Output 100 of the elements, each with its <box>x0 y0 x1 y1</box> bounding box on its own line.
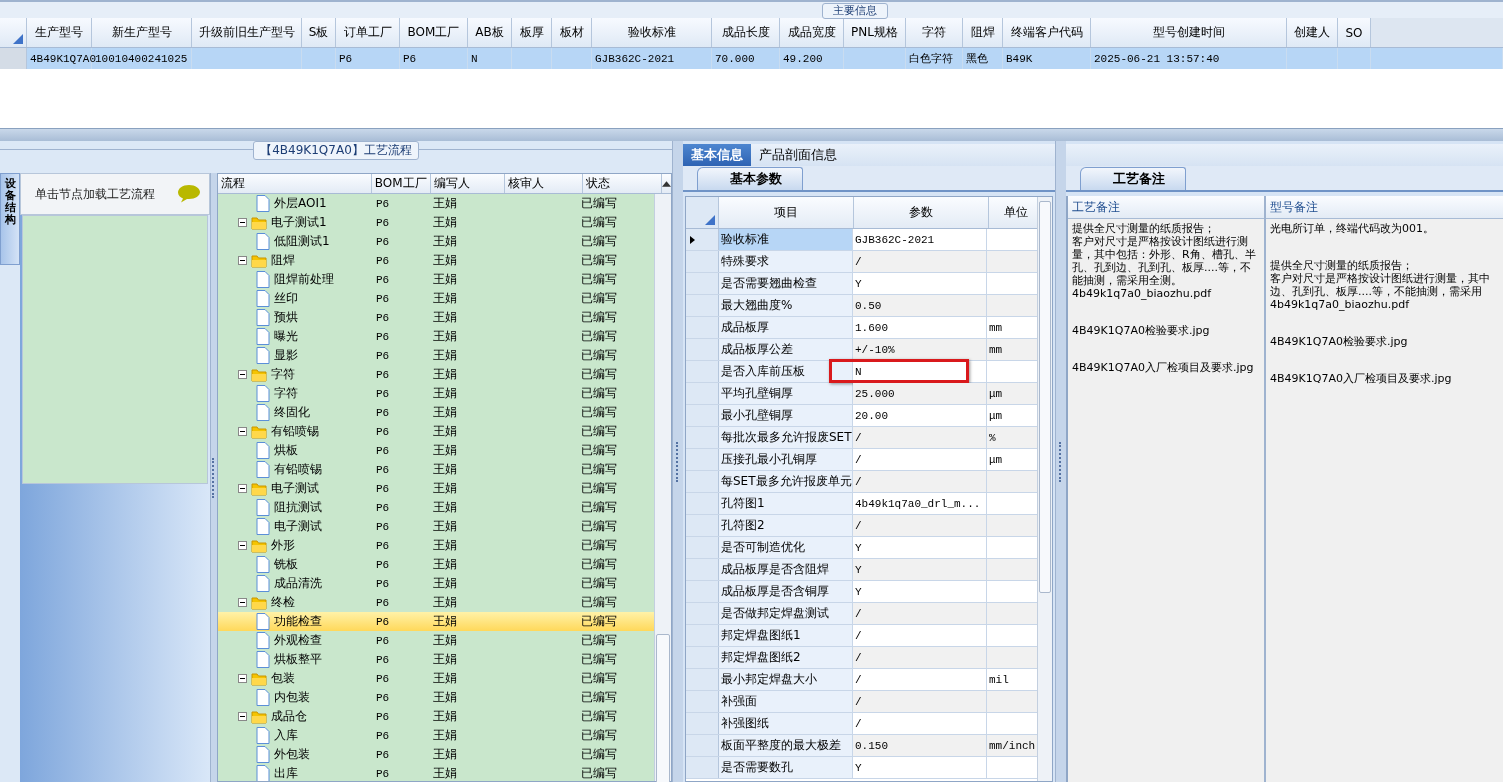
column-header[interactable]: 型号备注 <box>1266 196 1503 219</box>
column-header[interactable]: 参数 <box>854 197 989 228</box>
tree-row[interactable]: 电子测试 P6 王娟 已编写 <box>218 479 654 498</box>
tree-row[interactable]: 有铅喷锡 P6 王娟 已编写 <box>218 422 654 441</box>
expander-icon[interactable] <box>238 541 247 550</box>
tree-row[interactable]: 电子测试 P6 王娟 已编写 <box>218 517 654 536</box>
table-row[interactable]: 验收标准 GJB362C-2021 <box>686 229 1037 251</box>
expander-icon[interactable] <box>238 484 247 493</box>
column-header[interactable]: 编写人 <box>431 174 506 193</box>
expander-icon[interactable] <box>238 674 247 683</box>
tree-row[interactable]: 成品仓 P6 王娟 已编写 <box>218 707 654 726</box>
tree-row[interactable]: 预烘 P6 王娟 已编写 <box>218 308 654 327</box>
table-row[interactable]: 成品板厚公差 +/-10% mm <box>686 339 1037 361</box>
column-header[interactable]: 工艺备注 <box>1068 196 1264 219</box>
tree-row[interactable]: 成品清洗 P6 王娟 已编写 <box>218 574 654 593</box>
column-header[interactable]: 成品宽度 <box>780 18 844 47</box>
table-row[interactable]: 邦定焊盘图纸2 / <box>686 647 1037 669</box>
expander-icon[interactable] <box>238 218 247 227</box>
tree-row[interactable]: 曝光 P6 王娟 已编写 <box>218 327 654 346</box>
tree-row[interactable]: 显影 P6 王娟 已编写 <box>218 346 654 365</box>
column-header[interactable]: PNL规格 <box>844 18 906 47</box>
column-header[interactable]: BOM工厂 <box>371 174 432 193</box>
column-header[interactable]: 生产型号 <box>27 18 92 47</box>
tree-row[interactable]: 终固化 P6 王娟 已编写 <box>218 403 654 422</box>
tree-row[interactable]: 阻抗测试 P6 王娟 已编写 <box>218 498 654 517</box>
column-header[interactable]: 终端客户代码 <box>1003 18 1091 47</box>
table-row[interactable]: 每SET最多允许报废单元 / <box>686 471 1037 493</box>
scroll-up-icon[interactable] <box>662 180 671 187</box>
tree-row[interactable]: 阻焊前处理 P6 王娟 已编写 <box>218 270 654 289</box>
table-row[interactable]: 是否可制造优化 Y <box>686 537 1037 559</box>
column-header[interactable]: 流程 <box>218 174 372 193</box>
tree-row[interactable]: 出库 P6 王娟 已编写 <box>218 764 654 781</box>
expander-icon[interactable] <box>238 712 247 721</box>
table-row[interactable]: 补强图纸 / <box>686 713 1037 735</box>
tree-row[interactable]: 入库 P6 王娟 已编写 <box>218 726 654 745</box>
tree-row[interactable]: 终检 P6 王娟 已编写 <box>218 593 654 612</box>
tab[interactable]: 基本信息 <box>683 144 751 166</box>
column-header[interactable]: 核审人 <box>505 174 584 193</box>
table-row[interactable]: 每批次最多允许报废SET / % <box>686 427 1037 449</box>
scroll-thumb[interactable] <box>656 634 670 782</box>
tree-row[interactable]: 字符 P6 王娟 已编写 <box>218 384 654 403</box>
tab[interactable]: 产品剖面信息 <box>751 144 845 166</box>
column-header[interactable]: 字符 <box>906 18 963 47</box>
tree-row[interactable]: 内包装 P6 王娟 已编写 <box>218 688 654 707</box>
scroll-thumb[interactable] <box>1039 201 1051 593</box>
table-row[interactable]: 压接孔最小孔铜厚 / μm <box>686 449 1037 471</box>
table-row[interactable]: 补强面 / <box>686 691 1037 713</box>
column-header[interactable]: 新生产型号 <box>92 18 192 47</box>
table-row[interactable]: 最大翘曲度% 0.50 <box>686 295 1037 317</box>
column-header[interactable]: AB板 <box>468 18 512 47</box>
table-row[interactable]: 板面平整度的最大极差 0.150 mm/inch <box>686 735 1037 757</box>
expander-icon[interactable] <box>238 370 247 379</box>
table-row[interactable]: 4B49K1Q7A010010400241025 P6 P6 N GJB362C-2021 70.000 49.200 白色字符 黑色 B49K 2025-06-21 13:57:40 <box>0 48 1503 69</box>
expander-icon[interactable] <box>238 598 247 607</box>
expander-icon[interactable] <box>238 427 247 436</box>
tree-row[interactable]: 外形 P6 王娟 已编写 <box>218 536 654 555</box>
column-header[interactable]: 阻焊 <box>963 18 1003 47</box>
column-header[interactable]: 创建人 <box>1287 18 1338 47</box>
tree-row[interactable]: 阻焊 P6 王娟 已编写 <box>218 251 654 270</box>
tree-row[interactable]: 丝印 P6 王娟 已编写 <box>218 289 654 308</box>
table-row[interactable]: 是否需要数孔 Y <box>686 757 1037 779</box>
table-row[interactable]: 最小邦定焊盘大小 / mil <box>686 669 1037 691</box>
table-row[interactable]: 平均孔壁铜厚 25.000 μm <box>686 383 1037 405</box>
tree-row[interactable]: 烘板整平 P6 王娟 已编写 <box>218 650 654 669</box>
column-header[interactable]: 状态 <box>583 174 662 193</box>
tree-row[interactable]: 包装 P6 王娟 已编写 <box>218 669 654 688</box>
table-row[interactable]: 成品板厚是否含阻焊 Y <box>686 559 1037 581</box>
column-header[interactable]: 板厚 <box>512 18 552 47</box>
tree-row[interactable]: 功能检查 P6 王娟 已编写 <box>218 612 654 631</box>
column-header[interactable]: 成品长度 <box>712 18 780 47</box>
table-row[interactable]: 最小孔壁铜厚 20.00 μm <box>686 405 1037 427</box>
column-header[interactable]: 订单工厂 <box>336 18 400 47</box>
side-tab[interactable]: 设备结构 <box>0 173 20 265</box>
tree-row[interactable]: 字符 P6 王娟 已编写 <box>218 365 654 384</box>
table-row[interactable]: 是否需要翘曲检查 Y <box>686 273 1037 295</box>
table-row[interactable]: 孔符图1 4b49k1q7a0_drl_m... <box>686 493 1037 515</box>
column-header[interactable]: BOM工厂 <box>400 18 468 47</box>
tree-row[interactable]: 铣板 P6 王娟 已编写 <box>218 555 654 574</box>
tree-row[interactable]: 外包装 P6 王娟 已编写 <box>218 745 654 764</box>
tree-row[interactable]: 低阻测试1 P6 王娟 已编写 <box>218 232 654 251</box>
table-row[interactable]: 邦定焊盘图纸1 / <box>686 625 1037 647</box>
scrollbar[interactable] <box>654 194 671 781</box>
column-header[interactable]: 验收标准 <box>592 18 712 47</box>
sub-tab[interactable]: 基本参数 <box>697 167 803 190</box>
tree-row[interactable]: 电子测试1 P6 王娟 已编写 <box>218 213 654 232</box>
tree-row[interactable]: 烘板 P6 王娟 已编写 <box>218 441 654 460</box>
column-header[interactable]: 项目 <box>719 197 854 228</box>
tree-row[interactable]: 外观检查 P6 王娟 已编写 <box>218 631 654 650</box>
column-header[interactable]: 型号创建时间 <box>1091 18 1287 47</box>
column-header[interactable]: S板 <box>302 18 336 47</box>
expander-icon[interactable] <box>238 256 247 265</box>
table-row[interactable]: 孔符图2 / <box>686 515 1037 537</box>
table-row[interactable]: 成品板厚是否含铜厚 Y <box>686 581 1037 603</box>
table-row[interactable]: 是否做邦定焊盘测试 / <box>686 603 1037 625</box>
panel-tab[interactable]: 主要信息 <box>822 3 888 19</box>
table-row[interactable]: 特殊要求 / <box>686 251 1037 273</box>
column-header[interactable]: 升级前旧生产型号 <box>192 18 302 47</box>
column-header[interactable]: 板材 <box>552 18 592 47</box>
sub-tab[interactable]: 工艺备注 <box>1080 167 1186 190</box>
tree-row[interactable]: 有铅喷锡 P6 王娟 已编写 <box>218 460 654 479</box>
